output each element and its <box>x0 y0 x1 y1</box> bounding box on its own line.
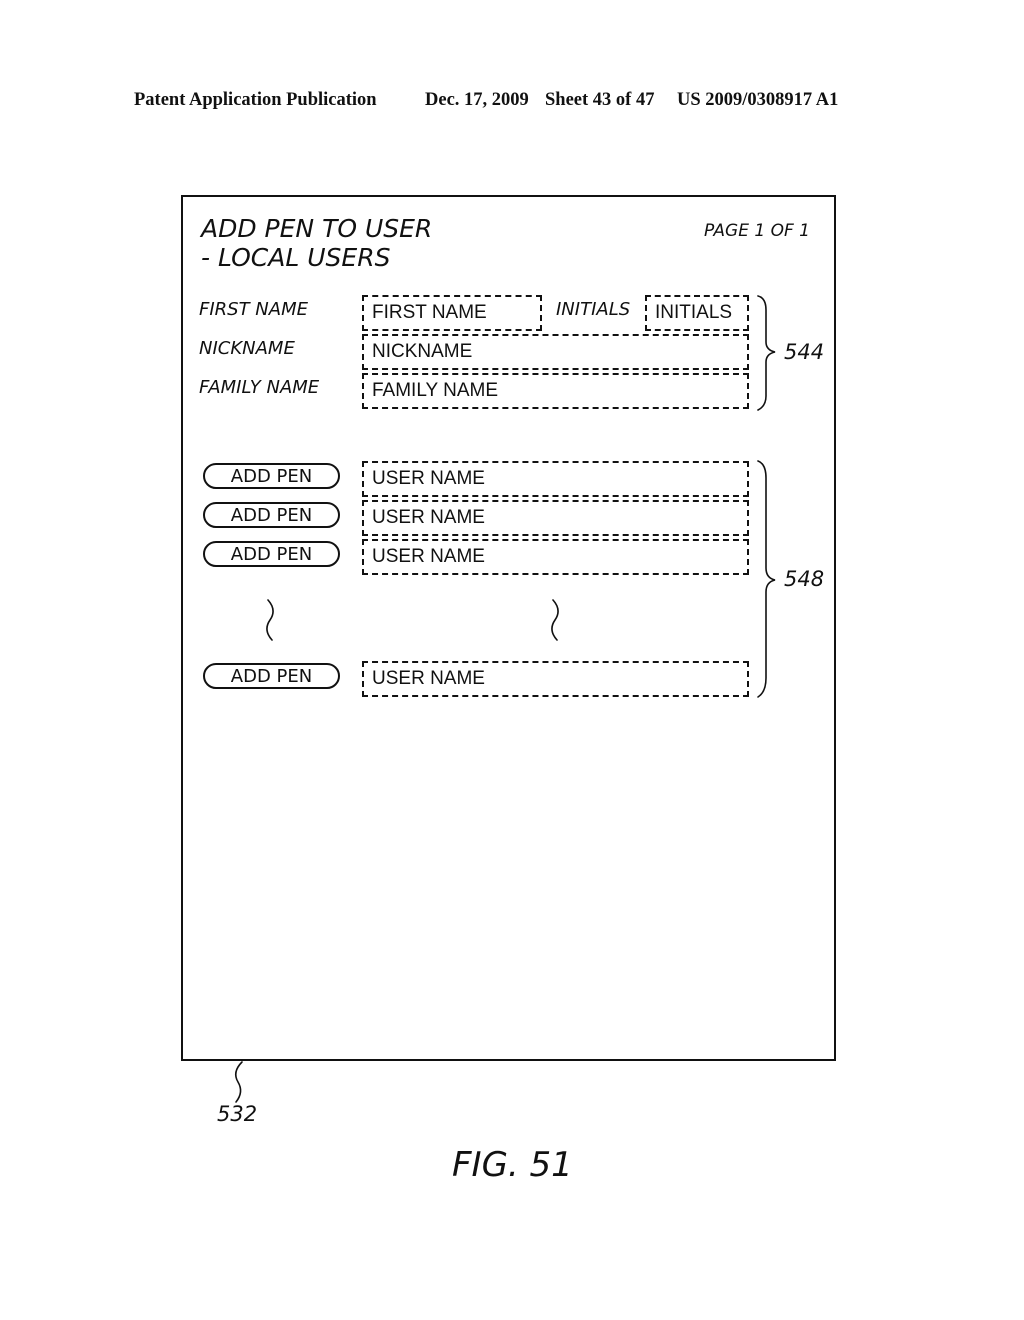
brace-544 <box>757 295 776 411</box>
continuation-squiggle-left <box>266 599 274 641</box>
ref-544: 544 <box>784 340 825 364</box>
leader-532 <box>234 1061 243 1103</box>
brace-548 <box>757 460 776 698</box>
figure-label: FIG. 51 <box>452 1145 573 1185</box>
annotation-layer <box>234 295 776 1103</box>
continuation-squiggle-right <box>551 599 559 641</box>
ref-532: 532 <box>217 1102 258 1126</box>
ref-548: 548 <box>784 567 825 591</box>
